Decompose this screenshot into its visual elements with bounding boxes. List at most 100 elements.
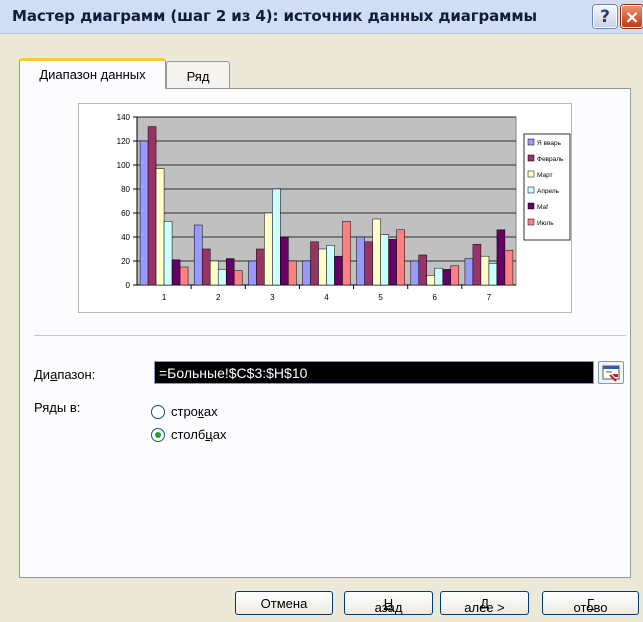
- y-tick-label: 60: [121, 209, 130, 218]
- legend-label: Апрель: [537, 188, 560, 195]
- x-tick-label: 1: [162, 293, 167, 302]
- bar: [171, 259, 181, 286]
- x-tick-label: 2: [216, 293, 221, 302]
- y-tick-label: 0: [126, 281, 131, 290]
- bar: [326, 245, 335, 286]
- y-tick-label: 40: [121, 233, 130, 242]
- tab-data-range[interactable]: Диапазон данных: [19, 58, 166, 89]
- series-in-label: Ряды в:: [34, 400, 81, 415]
- bar: [225, 258, 235, 286]
- range-input[interactable]: =Больные!$C$3:$H$10: [154, 361, 594, 384]
- bar: [179, 266, 189, 286]
- chart-preview: 0 20 40 60 80 100 120 140 1 2 3 4 5 6 7 Я ввapь Февраль М…: [78, 103, 572, 313]
- legend-swatch: [527, 186, 535, 194]
- finish-button-label: Готово: [573, 596, 608, 615]
- bar: [480, 255, 490, 286]
- y-tick-label: 80: [121, 185, 130, 194]
- back-button[interactable]: < Назад: [344, 591, 433, 615]
- y-tick-label: 140: [117, 113, 131, 122]
- bar: [388, 239, 397, 286]
- legend-swatch: [527, 218, 535, 226]
- x-tick-label: 7: [487, 293, 492, 302]
- bar: [464, 258, 474, 286]
- bar: [147, 126, 157, 286]
- legend-label: Июль: [537, 220, 554, 227]
- x-tick-label: 4: [324, 293, 329, 302]
- x-tick-label: 3: [270, 293, 275, 302]
- back-button-label: < Назад: [374, 596, 403, 615]
- legend-swatch: [527, 138, 535, 146]
- radio-rows-circle[interactable]: [151, 405, 165, 419]
- help-icon: ?: [600, 7, 610, 27]
- bar: [504, 249, 514, 286]
- legend-swatch: [527, 170, 535, 178]
- x-tick-label: 5: [378, 293, 383, 302]
- range-label: Диапазон:: [34, 367, 96, 382]
- bar: [442, 269, 452, 286]
- x-tick-label: 6: [433, 293, 438, 302]
- legend-swatch: [527, 202, 535, 210]
- radio-columns-label: столбцах: [171, 427, 227, 442]
- bar: [155, 168, 165, 286]
- title-bar[interactable]: Мастер диаграмм (шаг 2 из 4): источник д…: [0, 0, 643, 34]
- collapse-dialog-icon: [602, 365, 620, 382]
- bar: [496, 229, 506, 286]
- bar: [418, 254, 428, 286]
- radio-selected-dot: [155, 432, 161, 438]
- legend-swatch: [527, 154, 535, 162]
- bar: [434, 267, 444, 286]
- bar: [410, 260, 420, 286]
- bar: [342, 221, 351, 286]
- bar: [488, 263, 498, 286]
- bar: [472, 243, 482, 286]
- cancel-button[interactable]: Отмена: [235, 591, 333, 615]
- cancel-button-label: Отмена: [260, 596, 308, 611]
- bar: [139, 140, 149, 286]
- bar: [280, 236, 289, 286]
- tab-series-label: Ряд: [186, 69, 210, 84]
- bar: [209, 260, 219, 286]
- radio-columns[interactable]: столбцах: [151, 427, 271, 445]
- bar: [193, 224, 203, 286]
- radio-rows-label: строках: [171, 404, 218, 419]
- legend-label: Март: [537, 172, 553, 179]
- bar: [217, 269, 227, 286]
- finish-button[interactable]: Готово: [542, 591, 639, 615]
- bar: [396, 229, 405, 286]
- bar: [201, 248, 211, 286]
- bar: [334, 255, 343, 286]
- y-tick-label: 20: [121, 257, 130, 266]
- bar: [310, 241, 319, 286]
- bar: [318, 248, 327, 286]
- next-button[interactable]: Далее >: [440, 591, 529, 615]
- chart-svg: 0 20 40 60 80 100 120 140 1 2 3 4 5 6 7 Я ввapь Февраль М…: [117, 113, 571, 302]
- bar: [272, 188, 281, 286]
- radio-columns-circle[interactable]: [151, 428, 165, 442]
- chart-wizard-dialog: Мастер диаграмм (шаг 2 из 4): источник д…: [0, 0, 643, 622]
- bar: [256, 248, 265, 286]
- legend-label: Маf: [537, 204, 548, 211]
- radio-rows[interactable]: строках: [151, 404, 271, 422]
- bar: [426, 275, 436, 286]
- tab-series[interactable]: Ряд: [166, 61, 230, 89]
- bar: [163, 221, 173, 286]
- legend-label: Я ввapь: [537, 140, 562, 147]
- bar: [364, 241, 373, 286]
- bar: [302, 260, 311, 286]
- bar: [264, 212, 273, 286]
- bar: [248, 260, 257, 286]
- bar: [372, 218, 381, 286]
- close-icon: ×: [624, 7, 640, 28]
- help-button[interactable]: ?: [593, 5, 617, 28]
- bar: [288, 260, 297, 286]
- bar: [233, 270, 243, 286]
- collapse-dialog-button[interactable]: [598, 361, 624, 384]
- tab-panel: 0 20 40 60 80 100 120 140 1 2 3 4 5 6 7 Я ввapь Февраль М…: [19, 88, 631, 578]
- bar: [450, 265, 460, 286]
- next-button-label: Далее >: [464, 596, 505, 615]
- close-button[interactable]: ×: [621, 5, 643, 28]
- y-tick-label: 100: [117, 161, 131, 170]
- dialog-title: Мастер диаграмм (шаг 2 из 4): источник д…: [12, 7, 537, 25]
- tab-data-range-label: Диапазон данных: [39, 67, 146, 82]
- y-tick-label: 120: [117, 137, 131, 146]
